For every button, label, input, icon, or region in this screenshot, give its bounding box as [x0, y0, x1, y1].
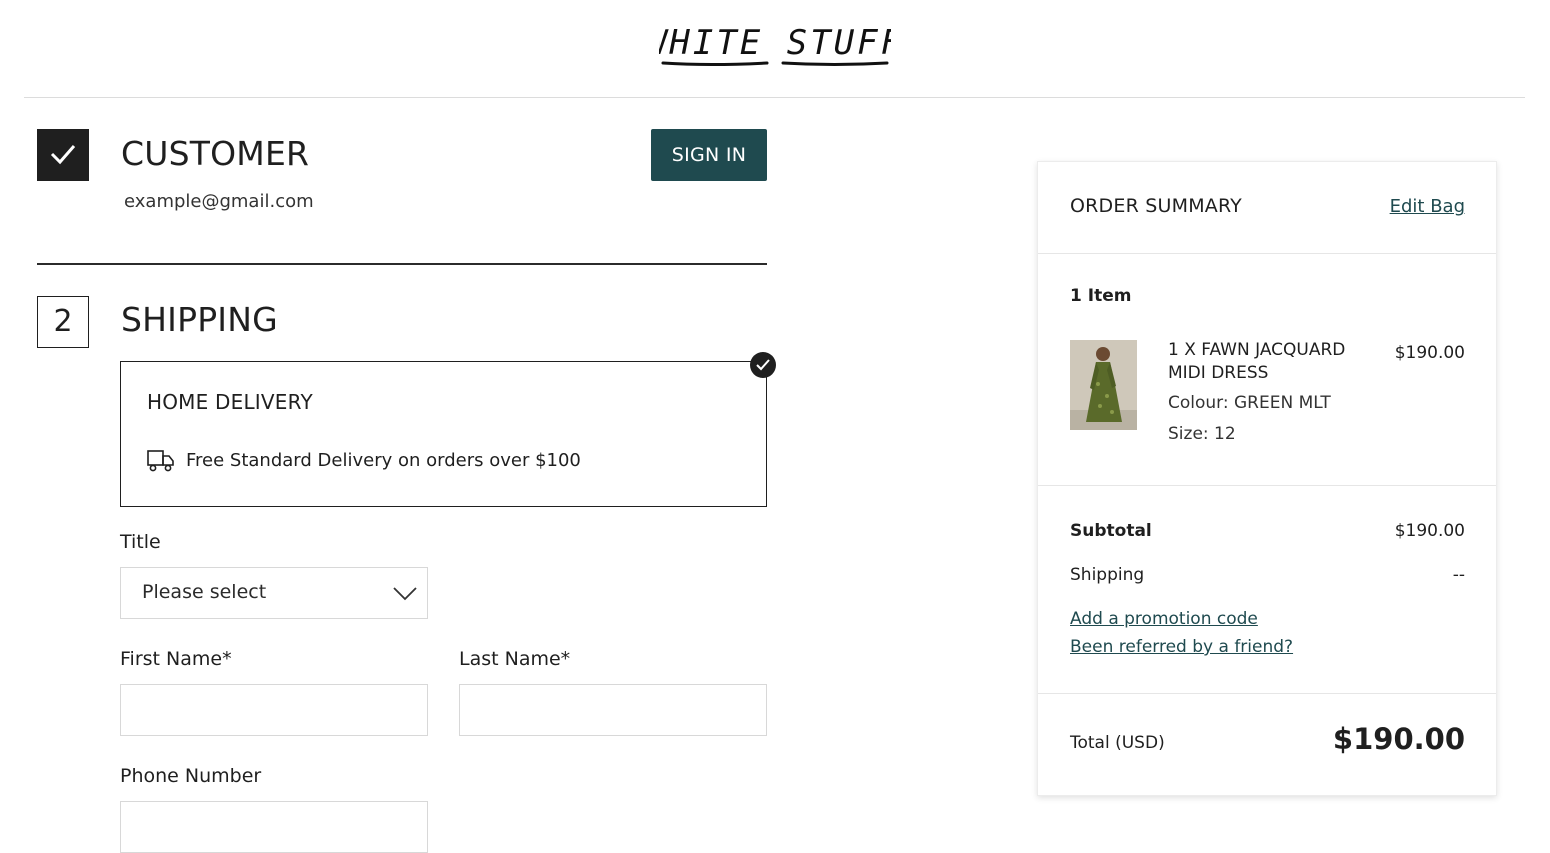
title-select-value: Please select: [142, 581, 267, 603]
last-name-field[interactable]: [459, 684, 767, 736]
phone-number-label: Phone Number: [120, 765, 262, 787]
shipping-cost-label: Shipping: [1070, 565, 1145, 585]
referral-link[interactable]: Been referred by a friend?: [1070, 637, 1293, 657]
product-thumbnail[interactable]: [1070, 340, 1137, 430]
item-name: 1 X FAWN JACQUARD MIDI DRESS: [1168, 340, 1346, 383]
total-value: $190.00: [1332, 722, 1465, 756]
phone-number-field[interactable]: [120, 801, 428, 853]
section-divider: [37, 263, 767, 265]
first-name-label: First Name*: [120, 648, 232, 670]
edit-bag-link[interactable]: Edit Bag: [1390, 196, 1465, 217]
shipping-cost-value: --: [1452, 565, 1465, 585]
title-label: Title: [120, 531, 161, 553]
header-divider: [24, 97, 1525, 98]
delivery-description: Free Standard Delivery on orders over $1…: [186, 450, 581, 471]
step-number: 2: [37, 296, 89, 348]
item-count: 1 Item: [1070, 286, 1132, 306]
sign-in-button[interactable]: SIGN IN: [651, 129, 767, 181]
first-name-field[interactable]: [120, 684, 428, 736]
selected-check-icon: [750, 352, 776, 378]
order-summary-title: ORDER SUMMARY: [1070, 195, 1242, 217]
title-select[interactable]: Please select: [120, 567, 428, 619]
subtotal-value: $190.00: [1394, 521, 1465, 541]
delivery-option-title: HOME DELIVERY: [147, 390, 313, 414]
customer-section-title: CUSTOMER: [121, 134, 310, 173]
subtotal-label: Subtotal: [1070, 521, 1152, 541]
step-complete-indicator: [37, 129, 89, 181]
total-label: Total (USD): [1070, 733, 1165, 753]
home-delivery-option[interactable]: [120, 361, 767, 507]
last-name-label: Last Name*: [459, 648, 571, 670]
chevron-down-icon: [393, 587, 417, 601]
item-size: Size: 12: [1168, 424, 1236, 444]
item-price: $190.00: [1394, 343, 1465, 363]
item-colour: Colour: GREEN MLT: [1168, 393, 1331, 413]
brand-logo-wordmark: WHITE STUFF: [659, 23, 891, 66]
brand-logo[interactable]: WHITE STUFF: [0, 16, 1550, 74]
card-divider: [1038, 253, 1496, 254]
card-divider: [1038, 693, 1496, 694]
promotion-code-link[interactable]: Add a promotion code: [1070, 609, 1258, 629]
customer-email: example@gmail.com: [124, 191, 314, 212]
brand-logo-text: WHITE STUFF: [659, 23, 891, 63]
card-divider: [1038, 485, 1496, 486]
order-summary-card: ORDER SUMMARY Edit Bag 1 Item 1 X FAWN J…: [1037, 161, 1497, 796]
truck-icon: [147, 449, 175, 477]
shipping-section-title: SHIPPING: [121, 300, 278, 339]
check-icon: [50, 145, 76, 165]
